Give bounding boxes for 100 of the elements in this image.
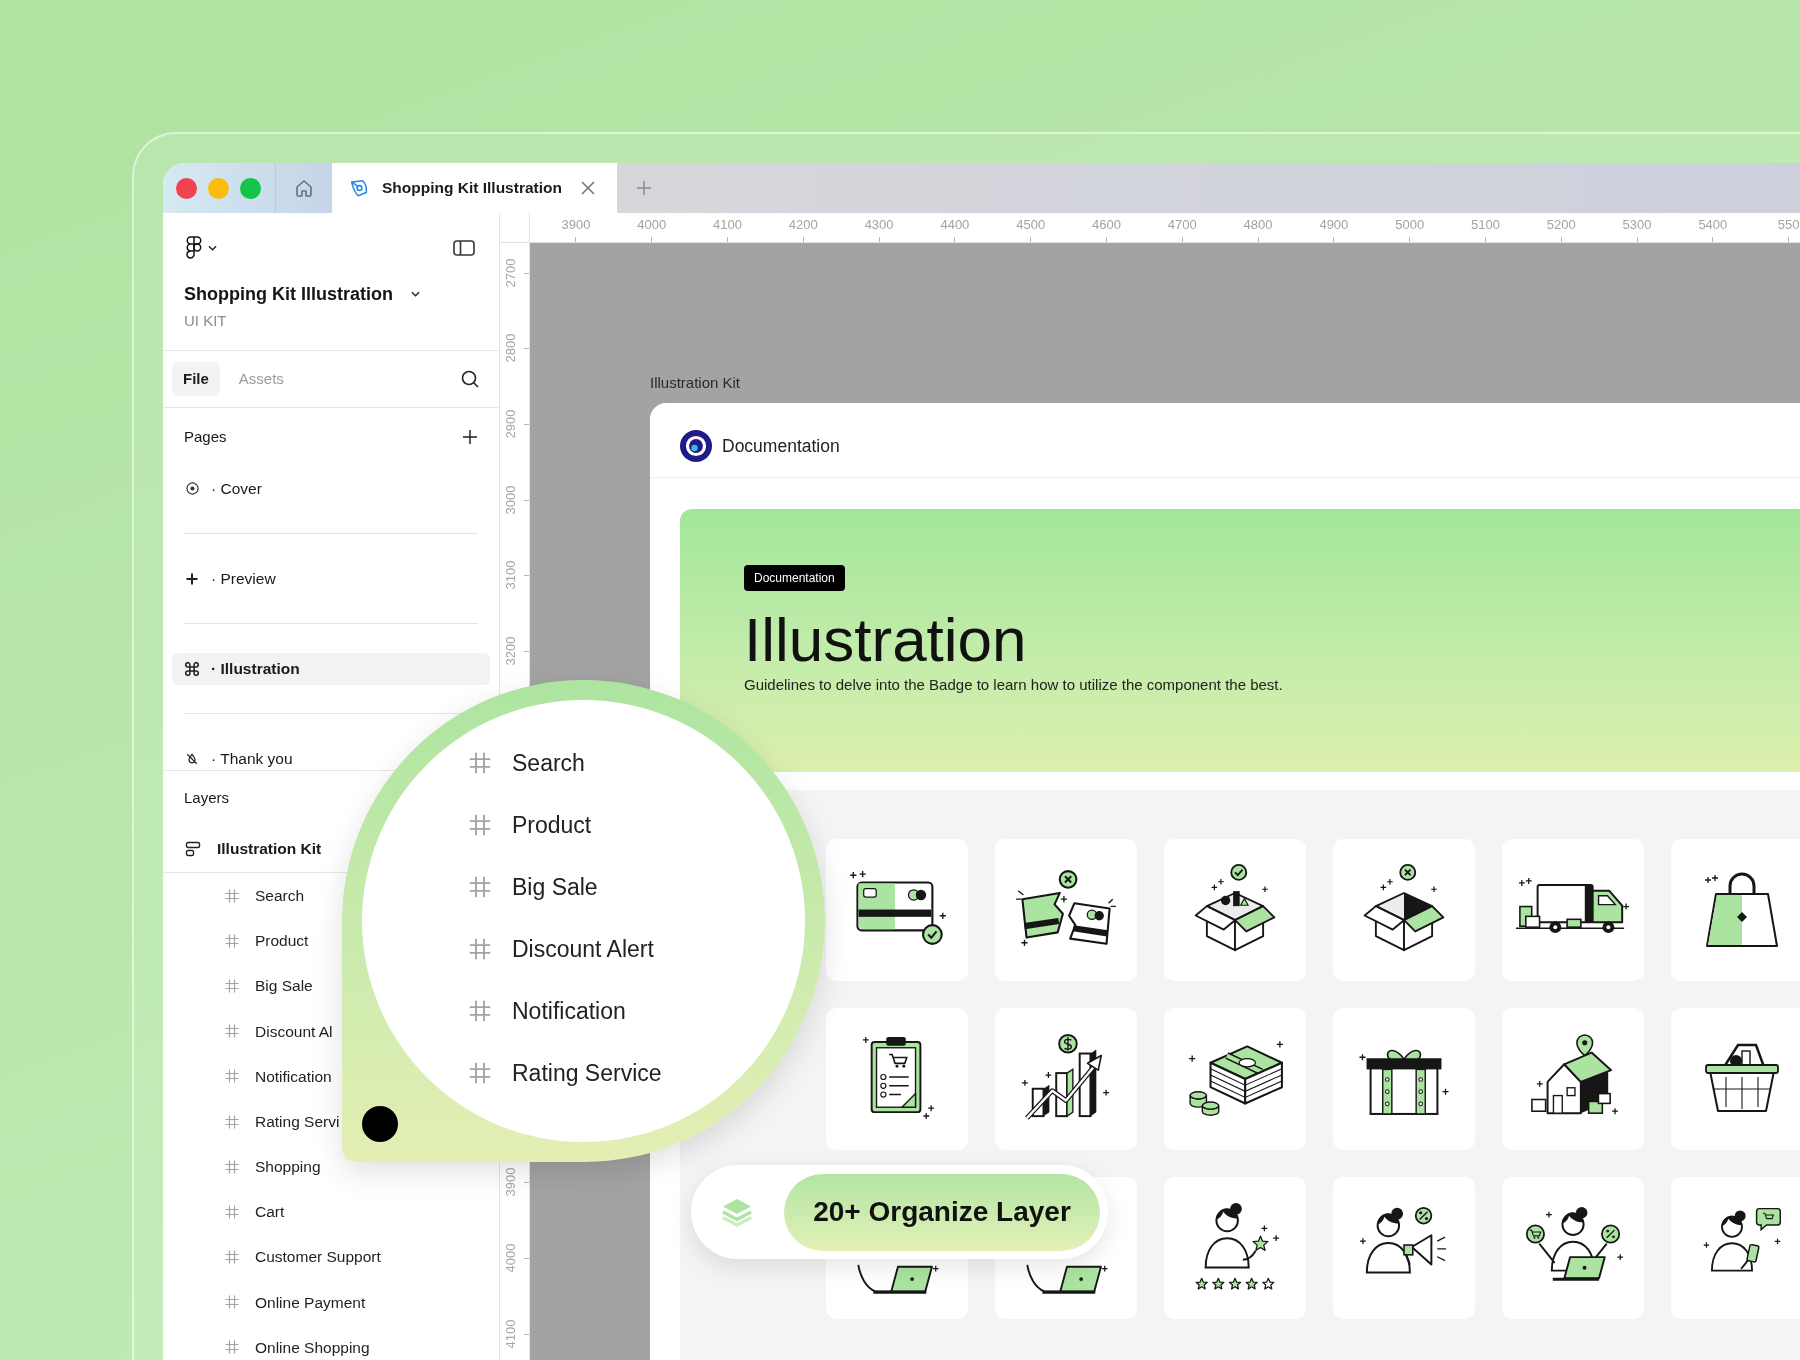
panel-tab[interactable]: File: [172, 362, 220, 396]
layer-label: Discount Alert: [512, 935, 654, 963]
layer-item[interactable]: Rating Servi: [225, 1109, 342, 1134]
frame-label: Illustration Kit: [650, 374, 741, 392]
hero-description: Guidelines to delve into the Badge to learn how to utilize the component the best.: [744, 675, 1283, 695]
layer-item[interactable]: Online Payment: [225, 1290, 368, 1315]
section-heading: Pages: [184, 426, 227, 447]
page-item[interactable]: · Cover: [172, 472, 266, 505]
hash-icon: [225, 1069, 239, 1084]
file-type-label: UI KIT: [184, 311, 227, 331]
hash-icon: [225, 978, 239, 993]
hash-icon: [469, 938, 491, 960]
add-page-button[interactable]: [462, 429, 478, 445]
ruler-label: 5000: [1395, 217, 1425, 233]
slashed-drop-icon: [186, 752, 198, 765]
hero-title: Illustration: [744, 609, 1027, 671]
layer-item[interactable]: Notification: [225, 1064, 334, 1089]
page-item[interactable]: · Thank you: [172, 742, 297, 770]
command-icon: [185, 661, 199, 676]
search-button[interactable]: [461, 370, 479, 388]
layer-label: Big Sale: [512, 873, 598, 901]
ruler-label: 5200: [1546, 217, 1576, 233]
hash-icon: [225, 1204, 239, 1219]
pen-nib-icon: [349, 178, 369, 198]
ruler-label: 4400: [940, 217, 970, 233]
layer-item[interactable]: Customer Support: [225, 1245, 383, 1270]
hash-icon: [469, 752, 491, 774]
ruler-label: 5300: [1622, 217, 1652, 233]
search-icon: [461, 370, 479, 388]
page-item[interactable]: · Illustration: [172, 652, 490, 685]
layer-item[interactable]: Online Shopping: [225, 1335, 372, 1360]
ruler-label: 2900: [503, 409, 520, 439]
logo-icon: [186, 236, 202, 260]
hash-icon: [225, 1114, 239, 1129]
ruler-label: 4100: [713, 217, 742, 233]
ruler-label: 5400: [1698, 217, 1728, 233]
plus-icon: [186, 572, 198, 585]
ruler-label: 550: [1777, 217, 1800, 233]
hash-icon: [469, 1062, 491, 1084]
ruler-label: 3200: [503, 636, 520, 666]
ruler-label: 2800: [503, 333, 520, 363]
main-menu-button[interactable]: [186, 236, 217, 260]
logo-icon: [680, 430, 712, 462]
layer-item[interactable]: Cart: [225, 1199, 287, 1224]
layer-label: Notification: [512, 997, 626, 1025]
plus-icon: [462, 429, 478, 445]
ruler-label: 4000: [637, 217, 667, 233]
layer-item[interactable]: Big Sale: [225, 973, 315, 998]
plus-icon: [636, 180, 652, 196]
page-item[interactable]: · Preview: [172, 562, 280, 595]
home-icon: [294, 178, 314, 198]
hash-icon: [225, 1250, 239, 1265]
close-tab-button[interactable]: [579, 179, 597, 197]
ruler-label: 4800: [1243, 217, 1273, 233]
document-tab[interactable]: Shopping Kit Illustration: [332, 163, 617, 213]
hash-icon: [225, 888, 239, 903]
layer-item[interactable]: Product: [225, 928, 311, 953]
ruler-label: 4000: [503, 1243, 520, 1273]
stacked-bars-icon: [185, 840, 201, 857]
layer-label: Rating Service: [512, 1059, 662, 1087]
layer-label: Product: [512, 811, 592, 839]
promo-tag: 20+ Organize Layer: [784, 1173, 1100, 1251]
ruler-label: 4300: [864, 217, 894, 233]
hash-icon: [225, 1295, 239, 1310]
layer-label: Search: [512, 749, 585, 777]
layer-item[interactable]: Illustration Kit: [185, 836, 326, 861]
ruler-label: 4100: [503, 1319, 520, 1348]
close-icon: [581, 181, 595, 195]
close-window-button[interactable]: [176, 177, 197, 199]
hash-icon: [225, 1340, 239, 1355]
doc-title: Documentation: [722, 434, 840, 458]
ruler-label: 4200: [788, 217, 818, 233]
panel-icon: [453, 240, 475, 256]
sidebar-toggle-button[interactable]: [453, 240, 475, 256]
ruler-label: 3100: [503, 560, 520, 590]
hash-icon: [469, 876, 491, 898]
layer-item[interactable]: Search: [225, 883, 307, 908]
ruler-label: 4700: [1167, 217, 1197, 233]
ruler-label: 3900: [561, 217, 591, 233]
hash-icon: [225, 1024, 239, 1039]
ruler-label: 4900: [1319, 217, 1349, 233]
ruler-label: 2700: [503, 258, 520, 288]
hash-icon: [225, 933, 239, 948]
hash-icon: [469, 1000, 491, 1022]
layers-icon: [721, 1197, 753, 1227]
hash-icon: [225, 1159, 239, 1174]
hash-icon: [469, 814, 491, 836]
ruler-label: 3900: [503, 1167, 520, 1197]
chevron-down-icon: [411, 291, 420, 297]
ruler-label: 3000: [503, 485, 520, 515]
layer-item[interactable]: Discount Al: [225, 1019, 335, 1044]
layer-item[interactable]: Shopping: [225, 1154, 323, 1179]
documentation-tag: Documentation: [744, 565, 845, 591]
ruler-label: 4600: [1092, 217, 1121, 233]
chevron-down-icon: [208, 245, 217, 251]
ruler-label: 4500: [1016, 217, 1046, 233]
radio-icon: [185, 482, 199, 495]
section-heading: Layers: [184, 787, 230, 808]
ruler-label: 5100: [1471, 217, 1500, 233]
file-name-button[interactable]: Shopping Kit Illustration: [184, 280, 420, 308]
